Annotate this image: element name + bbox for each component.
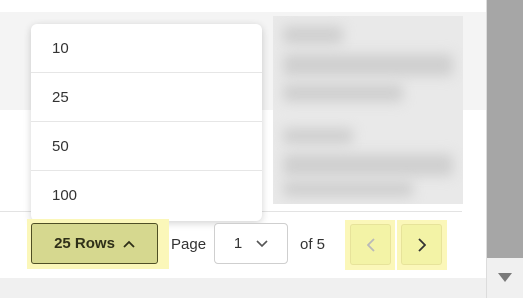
rows-button-label: 25 Rows <box>54 235 115 252</box>
next-page-button[interactable] <box>401 224 442 265</box>
chevron-down-icon <box>256 239 268 248</box>
window-bottom-edge <box>0 278 486 298</box>
current-page-value: 1 <box>233 235 243 252</box>
chevron-right-icon <box>417 237 426 252</box>
triangle-down-icon <box>498 272 512 282</box>
scroll-down-arrow[interactable] <box>488 266 522 288</box>
menu-option-50[interactable]: 50 <box>31 122 262 171</box>
rows-per-page-button[interactable]: 25 Rows <box>31 223 158 264</box>
total-pages-label: of 5 <box>300 236 326 253</box>
previous-page-button[interactable] <box>350 224 391 265</box>
menu-option-100[interactable]: 100 <box>31 171 262 220</box>
page-label: Page <box>171 236 207 253</box>
chevron-up-icon <box>123 240 135 248</box>
page-select[interactable]: 1 <box>214 223 288 264</box>
menu-option-25[interactable]: 25 <box>31 73 262 122</box>
rows-dropdown-menu: 10 25 50 100 <box>31 24 262 221</box>
chevron-left-icon <box>366 237 375 252</box>
scrollbar-thumb[interactable] <box>487 0 523 258</box>
menu-option-10[interactable]: 10 <box>31 24 262 73</box>
blurred-content <box>273 16 463 204</box>
